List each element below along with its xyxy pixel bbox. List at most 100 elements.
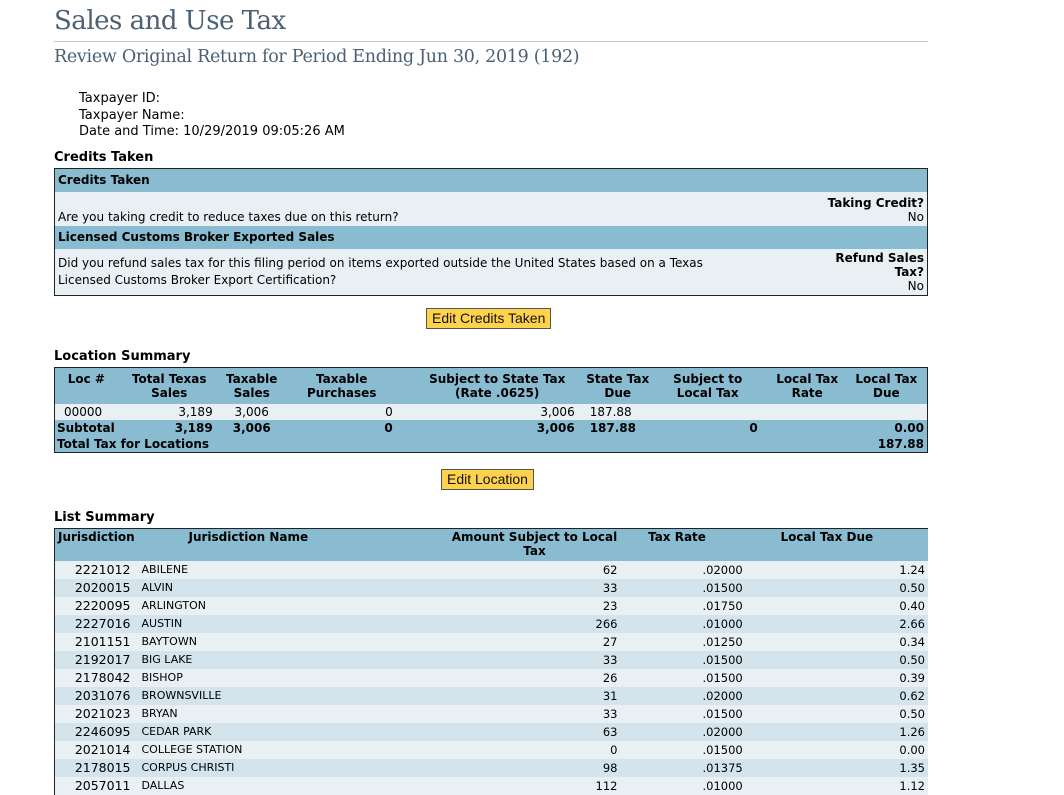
datetime-label: Date and Time: — [79, 124, 179, 139]
col-local-tax-rate: Local Tax Rate — [757, 367, 846, 404]
amount-subject-local: 31 — [448, 686, 621, 705]
list-summary-table: Jurisdiction Jurisdiction Name Amount Su… — [54, 528, 928, 795]
edit-credits-taken-button[interactable]: Edit Credits Taken — [426, 308, 552, 329]
amount-subject-local: 0 — [448, 740, 621, 759]
credits-section-header: Credits Taken — [54, 168, 928, 192]
jurisdiction-name: BROWNSVILLE — [138, 686, 449, 705]
title-divider — [54, 41, 928, 42]
tax-rate: .01750 — [620, 596, 761, 615]
subtotal-local-rate — [757, 420, 846, 436]
credits-answer-cell: Taking Credit? No — [817, 191, 928, 226]
local-tax-due: 1.26 — [760, 722, 928, 741]
tax-rate: .01500 — [620, 704, 761, 723]
amount-subject-local: 266 — [448, 614, 621, 633]
broker-answer-cell: Refund Sales Tax? No — [817, 248, 928, 295]
jurisdiction-code: 2246095 — [54, 722, 139, 741]
subtotal-taxable-purchases: 0 — [287, 420, 396, 436]
total-label: Total Tax for Locations — [54, 436, 846, 453]
taxpayer-id-label: Taxpayer ID: — [79, 91, 161, 106]
local-tax-due: 0.00 — [760, 740, 928, 759]
location-header-row: Loc # Total Texas Sales Taxable Sales Ta… — [54, 367, 928, 404]
jurisdiction-code: 2021023 — [54, 704, 139, 723]
list-heading: List Summary — [54, 510, 155, 525]
subtotal-taxable-sales: 3,006 — [215, 420, 288, 436]
subtotal-label: Subtotal — [54, 420, 118, 436]
jurisdiction-code: 2057011 — [54, 776, 139, 795]
list-row: 2221012 ABILENE 62.02000 1.24 — [54, 560, 928, 579]
amount-subject-local: 62 — [448, 560, 621, 579]
list-row: 2031076 BROWNSVILLE 31.02000 0.62 — [54, 686, 928, 705]
list-row: 2227016 AUSTIN 266.01000 2.66 — [54, 614, 928, 633]
col-tax-rate: Tax Rate — [620, 528, 761, 561]
jurisdiction-code: 2101151 — [54, 632, 139, 651]
tax-rate: .01500 — [620, 650, 761, 669]
jurisdiction-name: BRYAN — [138, 704, 449, 723]
edit-location-button[interactable]: Edit Location — [441, 469, 534, 490]
local-tax-rate — [757, 404, 846, 420]
credits-question: Are you taking credit to reduce taxes du… — [54, 191, 818, 226]
local-tax-due: 2.66 — [760, 614, 928, 633]
taxpayer-name-label: Taxpayer Name: — [79, 107, 185, 123]
list-row: 2020015 ALVIN 33.01500 0.50 — [54, 578, 928, 597]
tax-rate: .01000 — [620, 776, 761, 795]
tax-rate: .02000 — [620, 722, 761, 741]
total-row: Total Tax for Locations 187.88 — [54, 436, 928, 453]
list-row: 2101151 BAYTOWN 27.01250 0.34 — [54, 632, 928, 651]
col-taxable-purchases: Taxable Purchases — [287, 367, 396, 404]
credits-section-title: Credits Taken — [54, 168, 928, 192]
subtotal-local-due: 0.00 — [845, 420, 928, 436]
tax-rate: .02000 — [620, 686, 761, 705]
local-tax-due: 0.50 — [760, 650, 928, 669]
subtotal-total-sales: 3,189 — [117, 420, 216, 436]
col-loc: Loc # — [54, 367, 118, 404]
location-row: 00000 3,189 3,006 0 3,006 187.88 — [54, 404, 928, 420]
credits-answer-label: Taking Credit? — [827, 195, 924, 210]
jurisdiction-name: ABILENE — [138, 560, 449, 579]
subject-state-tax: 3,006 — [395, 404, 578, 420]
local-tax-due: 0.40 — [760, 596, 928, 615]
list-row: 2192017 BIG LAKE 33.01500 0.50 — [54, 650, 928, 669]
col-subject-state-tax: Subject to State Tax (Rate .0625) — [395, 367, 578, 404]
tax-rate: .01500 — [620, 740, 761, 759]
list-body: 2221012 ABILENE 62.02000 1.24 2020015 ALVIN 33… — [54, 560, 928, 795]
taxable-purchases: 0 — [287, 404, 396, 420]
page-subtitle: Review Original Return for Period Ending… — [54, 47, 580, 67]
jurisdiction-name: CORPUS CHRISTI — [138, 758, 449, 777]
datetime-value: 10/29/2019 09:05:26 AM — [183, 124, 345, 139]
subtotal-subject-state: 3,006 — [395, 420, 578, 436]
broker-answer-label: Refund Sales Tax? — [835, 250, 924, 279]
local-tax-due: 1.24 — [760, 560, 928, 579]
jurisdiction-code: 2178015 — [54, 758, 139, 777]
broker-question: Did you refund sales tax for this filing… — [54, 248, 818, 295]
page-title: Sales and Use Tax — [54, 6, 286, 36]
broker-section-header: Licensed Customs Broker Exported Sales — [54, 225, 928, 249]
loc-number: 00000 — [54, 404, 118, 420]
tax-rate: .01500 — [620, 578, 761, 597]
amount-subject-local: 23 — [448, 596, 621, 615]
jurisdiction-name: BIG LAKE — [138, 650, 449, 669]
taxpayer-id: Taxpayer ID: — [79, 91, 345, 108]
jurisdiction-code: 2192017 — [54, 650, 139, 669]
jurisdiction-name: DALLAS — [138, 776, 449, 795]
local-tax-due — [845, 404, 928, 420]
location-table: Loc # Total Texas Sales Taxable Sales Ta… — [54, 367, 928, 453]
list-row: 2057011 DALLAS 112.01000 1.12 — [54, 776, 928, 795]
amount-subject-local: 27 — [448, 632, 621, 651]
location-heading: Location Summary — [54, 349, 191, 364]
state-tax-due: 187.88 — [577, 404, 658, 420]
broker-question-row: Did you refund sales tax for this filing… — [54, 248, 928, 295]
list-row: 2220095 ARLINGTON 23.01750 0.40 — [54, 596, 928, 615]
amount-subject-local: 26 — [448, 668, 621, 687]
col-local-tax-due: Local Tax Due — [760, 528, 928, 561]
amount-subject-local: 112 — [448, 776, 621, 795]
jurisdiction-code: 2220095 — [54, 596, 139, 615]
amount-subject-local: 63 — [448, 722, 621, 741]
tax-rate: .01375 — [620, 758, 761, 777]
jurisdiction-name: ALVIN — [138, 578, 449, 597]
col-jurisdiction-name: Jurisdiction Name — [138, 528, 449, 561]
tax-rate: .02000 — [620, 560, 761, 579]
col-total-texas-sales: Total Texas Sales — [117, 367, 216, 404]
tax-rate: .01000 — [620, 614, 761, 633]
taxpayer-name: Taxpayer Name: — [79, 108, 345, 125]
subtotal-row: Subtotal 3,189 3,006 0 3,006 187.88 0 0.… — [54, 420, 928, 436]
